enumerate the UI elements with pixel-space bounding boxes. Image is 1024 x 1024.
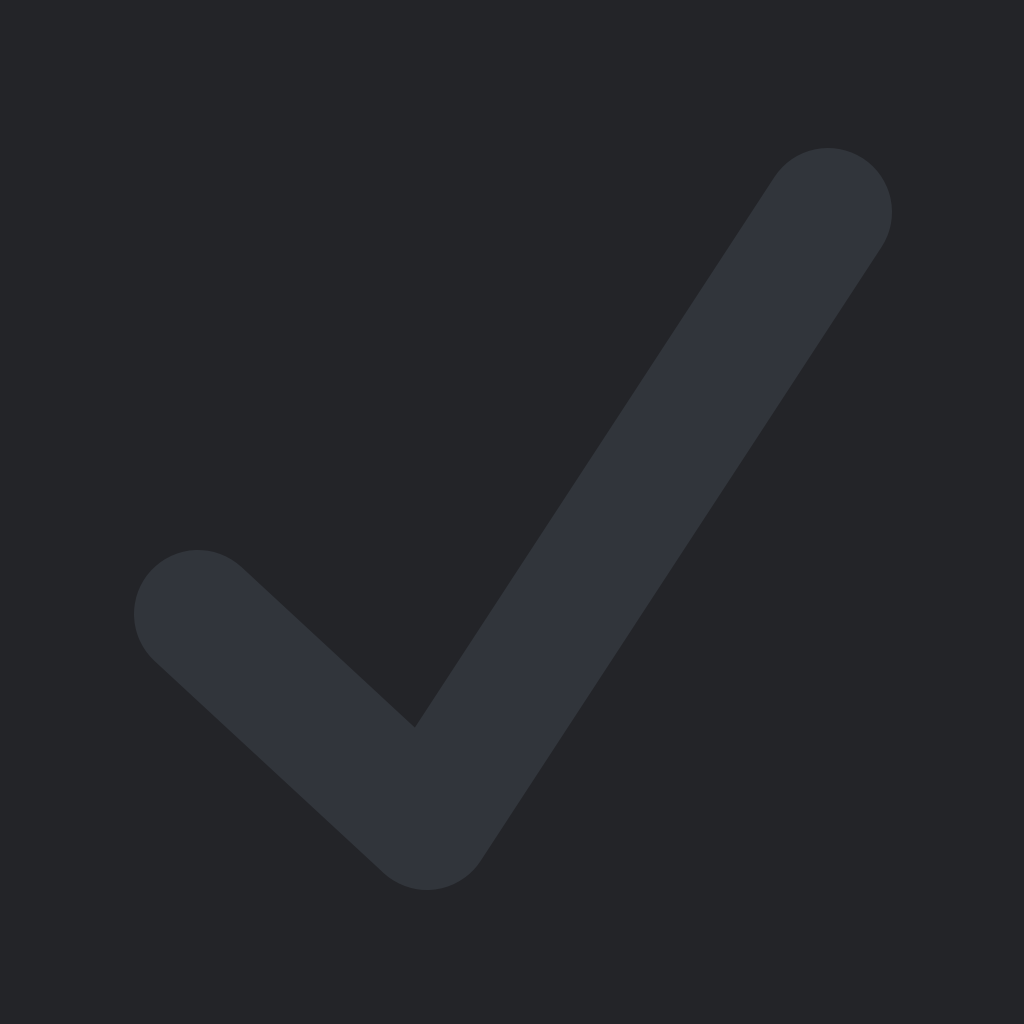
check-mark-stroke <box>134 148 892 890</box>
icon-canvas <box>0 0 1024 1024</box>
check-icon <box>134 148 892 890</box>
